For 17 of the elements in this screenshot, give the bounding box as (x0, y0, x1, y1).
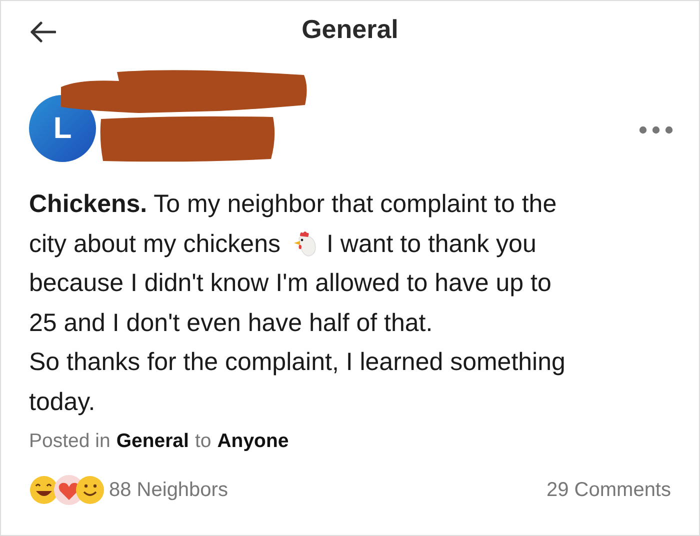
more-icon[interactable] (639, 126, 673, 134)
back-icon[interactable] (30, 21, 56, 43)
page-title: General (302, 14, 398, 44)
post-text: because I didn't know I'm allowed to have up to (29, 268, 552, 299)
comments-link[interactable]: 29 Comments (546, 478, 671, 502)
post-text: 25 and I don't even have half of that. (29, 308, 434, 338)
post-text: city about my chickens (29, 228, 280, 260)
post-text: So thanks for the complaint, I learned something (29, 347, 566, 378)
to-label: to (194, 430, 212, 453)
audience-label: Anyone (217, 430, 289, 453)
post-text: Chickens. To my neighbor that complaint to the (29, 189, 558, 220)
reactions-icon[interactable] (29, 473, 105, 507)
post-text: I want to thank you (326, 228, 536, 260)
post-text: today. (29, 386, 96, 418)
reactions-count[interactable]: 88 Neighbors (109, 478, 228, 502)
posted-in-label: Posted in (29, 430, 110, 453)
group-link[interactable]: General (116, 430, 189, 453)
